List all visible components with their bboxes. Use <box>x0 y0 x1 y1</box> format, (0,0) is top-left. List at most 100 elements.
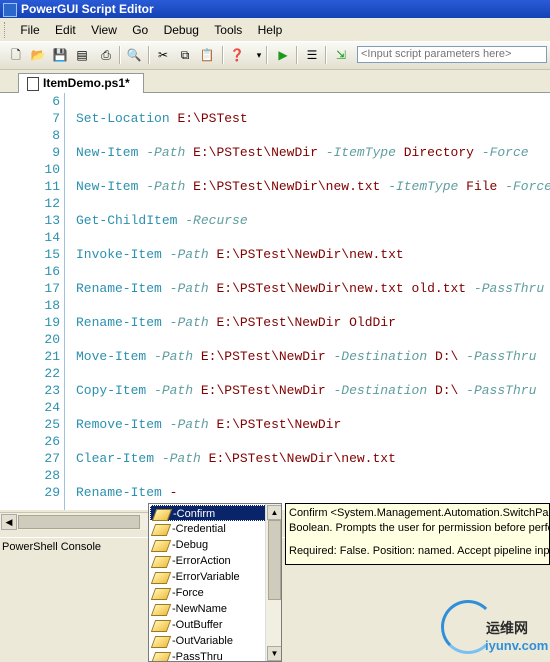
code-line: 28 <box>0 467 550 484</box>
run-selection-icon[interactable]: ☰ <box>304 47 320 63</box>
save-icon[interactable]: 💾 <box>52 47 68 63</box>
toolbar-separator <box>119 46 121 64</box>
copy-icon[interactable]: ⧉ <box>177 47 193 63</box>
argument-token: E:\PSTest\NewDir <box>200 383 326 398</box>
argument-token: E:\PSTest\NewDir <box>193 145 318 160</box>
line-number: 20 <box>44 332 60 347</box>
cut-icon[interactable]: ✂ <box>155 47 171 63</box>
scroll-left-icon[interactable]: ◀ <box>1 514 17 530</box>
autocomplete-item[interactable]: -ErrorVariable <box>150 569 266 585</box>
tooltip-details: Required: False. Position: named. Accept… <box>289 545 550 557</box>
open-folder-icon[interactable]: 📂 <box>30 47 46 63</box>
code-text: Rename-Item - <box>76 484 177 501</box>
print-icon[interactable]: ⎙ <box>98 47 114 63</box>
script-file-icon <box>27 77 39 91</box>
find-icon[interactable]: 🔍 <box>126 47 142 63</box>
autocomplete-item-label: -NewName <box>172 603 228 615</box>
code-line: 23 Copy-Item -Path E:\PSTest\NewDir -Dest… <box>0 382 550 399</box>
code-line: 8 <box>0 127 550 144</box>
menu-go[interactable]: Go <box>126 19 154 41</box>
argument-token: E:\PSTest\NewDir\new.txt old.txt <box>216 281 467 296</box>
help-icon[interactable]: ❓ <box>229 47 245 63</box>
toolbar-separator <box>222 46 224 64</box>
cmdlet-token: Clear-Item <box>76 451 155 466</box>
autocomplete-scrollbar[interactable]: ▲ ▼ <box>265 504 281 661</box>
menu-grip <box>4 22 9 38</box>
autocomplete-item[interactable]: -OutBuffer <box>150 617 266 633</box>
app-icon <box>3 3 17 17</box>
code-editor[interactable]: 6 7 Set-Location E:\PSTest 8 9 New-Item -Path… <box>0 93 550 510</box>
parameter-token: -PassThru <box>466 349 537 364</box>
code-text: New-Item -Path E:\PSTest\NewDir\new.txt … <box>76 178 550 195</box>
menu-tools[interactable]: Tools <box>208 19 248 41</box>
code-line: 26 <box>0 433 550 450</box>
debug-icon[interactable]: ⇲ <box>333 47 349 63</box>
autocomplete-list[interactable]: -Confirm -Credential -Debug -ErrorAction -Er… <box>148 503 282 662</box>
parameter-token: -Destination <box>333 383 428 398</box>
run-icon[interactable]: ▶ <box>275 47 291 63</box>
menu-debug[interactable]: Debug <box>158 19 205 41</box>
line-number: 29 <box>44 485 60 500</box>
cmdlet-token: New-Item <box>76 179 139 194</box>
autocomplete-item[interactable]: -Force <box>150 585 266 601</box>
autocomplete-item-label: -ErrorVariable <box>172 571 240 583</box>
parameter-token: -Recurse <box>185 213 248 228</box>
argument-token: - <box>169 485 178 500</box>
autocomplete-item[interactable]: -NewName <box>150 601 266 617</box>
parameter-icon <box>150 620 172 632</box>
scroll-down-icon[interactable]: ▼ <box>267 646 281 661</box>
autocomplete-item-label: -Confirm <box>173 508 216 520</box>
code-line: 19 Rename-Item -Path E:\PSTest\NewDir Old… <box>0 314 550 331</box>
cmdlet-token: Rename-Item <box>76 315 162 330</box>
autocomplete-item-label: -Debug <box>172 539 209 551</box>
code-line: 24 <box>0 399 550 416</box>
menu-view[interactable]: View <box>85 19 123 41</box>
scroll-up-icon[interactable]: ▲ <box>267 505 281 520</box>
autocomplete-item[interactable]: -Debug <box>150 537 266 553</box>
watermark-logo: 运维网 iyunv.com <box>441 600 550 662</box>
code-line: 12 <box>0 195 550 212</box>
autocomplete-item[interactable]: -OutVariable <box>150 633 266 649</box>
new-file-icon[interactable]: 🗋 <box>8 47 24 63</box>
argument-token: E:\PSTest\NewDir OldDir <box>216 315 396 330</box>
menu-file[interactable]: File <box>14 19 45 41</box>
autocomplete-item-label: -Credential <box>172 523 226 535</box>
save-all-icon[interactable]: ▤ <box>74 47 90 63</box>
code-line: 17 Rename-Item -Path E:\PSTest\NewDir\new… <box>0 280 550 297</box>
autocomplete-item[interactable]: -Credential <box>150 521 266 537</box>
autocomplete-item[interactable]: -ErrorAction <box>150 553 266 569</box>
line-number: 15 <box>44 247 60 262</box>
script-parameters-input[interactable] <box>357 46 547 63</box>
scrollbar-thumb[interactable] <box>18 515 140 529</box>
cmdlet-token: Rename-Item <box>76 281 162 296</box>
menu-help[interactable]: Help <box>252 19 289 41</box>
autocomplete-item[interactable]: -PassThru <box>150 649 266 661</box>
watermark-cn: 运维网 <box>486 620 528 636</box>
code-text: Set-Location E:\PSTest <box>76 110 248 127</box>
code-line: 9 New-Item -Path E:\PSTest\NewDir -ItemTy… <box>0 144 550 161</box>
autocomplete-item-label: -OutBuffer <box>172 619 223 631</box>
code-text: Move-Item -Path E:\PSTest\NewDir -Destin… <box>76 348 536 365</box>
line-number: 14 <box>44 230 60 245</box>
paste-icon[interactable]: 📋 <box>199 47 215 63</box>
parameter-tooltip: Confirm <System.Management.Automation.Sw… <box>285 503 550 565</box>
line-number: 24 <box>44 400 60 415</box>
parameter-icon <box>150 556 172 568</box>
autocomplete-scroll-thumb[interactable] <box>268 520 281 600</box>
code-line: 15 Invoke-Item -Path E:\PSTest\NewDir\new… <box>0 246 550 263</box>
tab-itemdemo[interactable]: ItemDemo.ps1* <box>18 73 144 93</box>
line-number: 25 <box>44 417 60 432</box>
code-line: 14 <box>0 229 550 246</box>
code-line: 11 New-Item -Path E:\PSTest\NewDir\new.tx… <box>0 178 550 195</box>
autocomplete-item[interactable]: -Confirm <box>150 505 266 521</box>
dropdown-icon[interactable]: ▾ <box>251 47 267 63</box>
menu-edit[interactable]: Edit <box>49 19 82 41</box>
